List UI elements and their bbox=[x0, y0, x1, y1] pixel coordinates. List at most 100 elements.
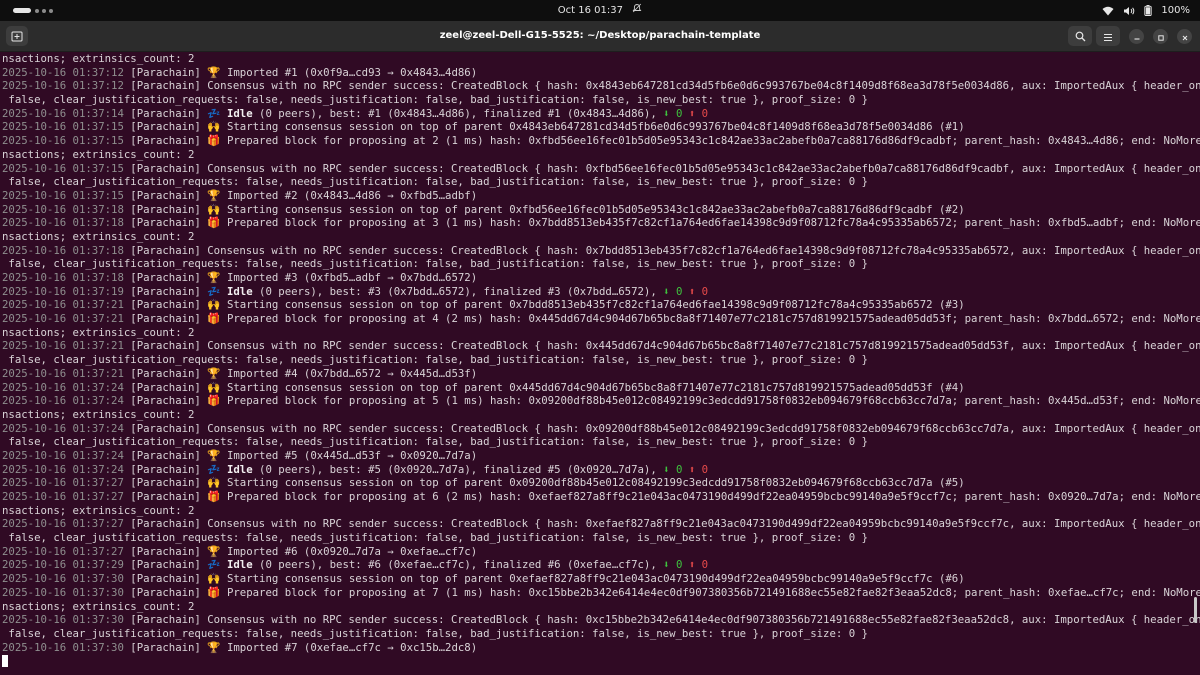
log-text: false, clear_justification_requests: fal… bbox=[2, 175, 868, 189]
log-text: [Parachain] 🎁 Prepared block for proposi… bbox=[123, 134, 1200, 148]
log-timestamp: 2025-10-16 01:37:15 bbox=[2, 120, 124, 134]
terminal-line: 2025-10-16 01:37:27 [Parachain] Consensu… bbox=[0, 517, 1200, 531]
terminal-prompt-line[interactable] bbox=[0, 654, 1200, 668]
terminal-line: 2025-10-16 01:37:18 [Parachain] 🎁 Prepar… bbox=[0, 216, 1200, 230]
log-text: nsactions; extrinsics_count: 2 bbox=[2, 147, 195, 161]
log-timestamp: 2025-10-16 01:37:18 bbox=[2, 243, 124, 257]
log-text: false, clear_justification_requests: fal… bbox=[2, 257, 868, 271]
log-text: [Parachain] 🙌 Starting consensus session… bbox=[123, 572, 965, 586]
terminal-line: 2025-10-16 01:37:15 [Parachain] 🏆 Import… bbox=[0, 189, 1200, 203]
terminal-line: 2025-10-16 01:37:15 [Parachain] 🎁 Prepar… bbox=[0, 134, 1200, 148]
maximize-icon bbox=[1157, 27, 1165, 46]
log-timestamp: 2025-10-16 01:37:21 bbox=[2, 298, 124, 312]
system-top-bar: Oct 16 01:37 100% bbox=[0, 0, 1200, 21]
log-text: nsactions; extrinsics_count: 2 bbox=[2, 407, 195, 421]
text-cursor bbox=[2, 655, 8, 668]
log-text: [Parachain] 💤 bbox=[123, 284, 227, 298]
terminal-line: 2025-10-16 01:37:19 [Parachain] 💤 Idle (… bbox=[0, 285, 1200, 299]
terminal-line: nsactions; extrinsics_count: 2 bbox=[0, 600, 1200, 614]
log-timestamp: 2025-10-16 01:37:27 bbox=[2, 544, 124, 558]
menu-icon bbox=[1103, 27, 1113, 46]
log-timestamp: 2025-10-16 01:37:30 bbox=[2, 572, 124, 586]
log-text: [Parachain] 🏆 Imported #2 (0x4843…4d86 →… bbox=[123, 188, 478, 202]
terminal-line: false, clear_justification_requests: fal… bbox=[0, 353, 1200, 367]
battery-icon[interactable] bbox=[1144, 5, 1153, 16]
log-timestamp: 2025-10-16 01:37:18 bbox=[2, 271, 124, 284]
window-title: zeel@zeel-Dell-G15-5525: ~/Desktop/parac… bbox=[439, 30, 761, 41]
log-text: ⬆ 0 bbox=[688, 558, 709, 572]
terminal-line: false, clear_justification_requests: fal… bbox=[0, 531, 1200, 545]
system-tray[interactable]: 100% bbox=[1102, 0, 1190, 21]
log-timestamp: 2025-10-16 01:37:27 bbox=[2, 490, 124, 503]
log-text: ⬇ 0 bbox=[663, 462, 683, 476]
terminal-line: nsactions; extrinsics_count: 2 bbox=[0, 148, 1200, 162]
log-text: [Parachain] 🙌 Starting consensus session… bbox=[123, 120, 965, 134]
terminal-line: false, clear_justification_requests: fal… bbox=[0, 627, 1200, 641]
terminal-scrollbar[interactable] bbox=[1194, 597, 1197, 623]
log-text: nsactions; extrinsics_count: 2 bbox=[2, 229, 195, 243]
terminal-line: 2025-10-16 01:37:18 [Parachain] Consensu… bbox=[0, 244, 1200, 258]
log-text: [Parachain] 💤 bbox=[123, 558, 227, 572]
terminal-line: false, clear_justification_requests: fal… bbox=[0, 257, 1200, 271]
log-text: [Parachain] 🏆 Imported #6 (0x0920…7d7a →… bbox=[123, 544, 478, 558]
terminal-line: 2025-10-16 01:37:30 [Parachain] 🏆 Import… bbox=[0, 641, 1200, 655]
maximize-button[interactable] bbox=[1153, 29, 1168, 44]
log-text: false, clear_justification_requests: fal… bbox=[2, 435, 868, 449]
terminal-line: 2025-10-16 01:37:27 [Parachain] 🙌 Starti… bbox=[0, 476, 1200, 490]
log-timestamp: 2025-10-16 01:37:15 bbox=[2, 188, 124, 202]
terminal-line: 2025-10-16 01:37:30 [Parachain] 🙌 Starti… bbox=[0, 572, 1200, 586]
log-text: [Parachain] 🎁 Prepared block for proposi… bbox=[123, 216, 1200, 230]
clock-button[interactable]: Oct 16 01:37 bbox=[0, 0, 1200, 21]
log-text: ⬆ 0 bbox=[688, 284, 709, 298]
log-timestamp: 2025-10-16 01:37:21 bbox=[2, 312, 124, 326]
wifi-icon[interactable] bbox=[1102, 6, 1114, 16]
terminal-line: 2025-10-16 01:37:21 [Parachain] 🎁 Prepar… bbox=[0, 312, 1200, 326]
terminal-line: 2025-10-16 01:37:12 [Parachain] Consensu… bbox=[0, 79, 1200, 93]
terminal-line: 2025-10-16 01:37:30 [Parachain] 🎁 Prepar… bbox=[0, 586, 1200, 600]
log-timestamp: 2025-10-16 01:37:27 bbox=[2, 517, 124, 531]
log-text: (0 peers), best: #6 (0xefae…cf7c), final… bbox=[252, 558, 664, 572]
log-text: [Parachain] 🙌 Starting consensus session… bbox=[123, 298, 965, 312]
log-timestamp: 2025-10-16 01:37:24 bbox=[2, 421, 124, 435]
menu-button[interactable] bbox=[1096, 26, 1120, 46]
log-timestamp: 2025-10-16 01:37:30 bbox=[2, 613, 124, 627]
search-button[interactable] bbox=[1068, 26, 1092, 46]
log-text: [Parachain] 🎁 Prepared block for proposi… bbox=[123, 312, 1200, 326]
clock-text: Oct 16 01:37 bbox=[557, 5, 623, 16]
log-timestamp: 2025-10-16 01:37:24 bbox=[2, 380, 124, 394]
terminal-line: 2025-10-16 01:37:27 [Parachain] 🎁 Prepar… bbox=[0, 490, 1200, 504]
log-text: ⬇ 0 bbox=[663, 284, 683, 298]
log-text: [Parachain] Consensus with no RPC sender… bbox=[123, 613, 1200, 627]
log-timestamp: 2025-10-16 01:37:21 bbox=[2, 339, 124, 353]
log-text: Idle bbox=[226, 106, 253, 120]
terminal-line: 2025-10-16 01:37:18 [Parachain] 🏆 Import… bbox=[0, 271, 1200, 285]
log-text: ⬇ 0 bbox=[663, 106, 683, 120]
log-text: [Parachain] Consensus with no RPC sender… bbox=[123, 79, 1200, 93]
terminal-line: false, clear_justification_requests: fal… bbox=[0, 435, 1200, 449]
minimize-button[interactable] bbox=[1129, 29, 1144, 44]
terminal-output[interactable]: nsactions; extrinsics_count: 2 2025-10-16… bbox=[0, 52, 1200, 675]
log-timestamp: 2025-10-16 01:37:21 bbox=[2, 366, 124, 380]
terminal-line: 2025-10-16 01:37:24 [Parachain] 🙌 Starti… bbox=[0, 381, 1200, 395]
log-text: Idle bbox=[226, 558, 253, 572]
log-text: ⬆ 0 bbox=[688, 462, 709, 476]
log-text: (0 peers), best: #5 (0x0920…7d7a), final… bbox=[252, 462, 664, 476]
log-text: [Parachain] 🎁 Prepared block for proposi… bbox=[123, 585, 1200, 599]
log-text: [Parachain] 🎁 Prepared block for proposi… bbox=[123, 394, 1200, 408]
log-text: Idle bbox=[226, 284, 253, 298]
log-text: ⬆ 0 bbox=[688, 106, 709, 120]
log-text: false, clear_justification_requests: fal… bbox=[2, 626, 868, 640]
log-timestamp: 2025-10-16 01:37:14 bbox=[2, 106, 124, 120]
log-text: [Parachain] 💤 bbox=[123, 462, 227, 476]
log-text: [Parachain] 🏆 Imported #7 (0xefae…cf7c →… bbox=[123, 640, 478, 654]
terminal-line: nsactions; extrinsics_count: 2 bbox=[0, 504, 1200, 518]
bell-muted-icon bbox=[632, 0, 642, 21]
terminal-line: 2025-10-16 01:37:21 [Parachain] 🏆 Import… bbox=[0, 367, 1200, 381]
log-text: [Parachain] 🙌 Starting consensus session… bbox=[123, 380, 965, 394]
log-text: [Parachain] Consensus with no RPC sender… bbox=[123, 161, 1200, 175]
battery-percentage: 100% bbox=[1161, 5, 1190, 16]
volume-icon[interactable] bbox=[1123, 6, 1135, 16]
minimize-icon bbox=[1133, 27, 1141, 46]
log-timestamp: 2025-10-16 01:37:24 bbox=[2, 448, 124, 462]
close-button[interactable] bbox=[1177, 29, 1192, 44]
